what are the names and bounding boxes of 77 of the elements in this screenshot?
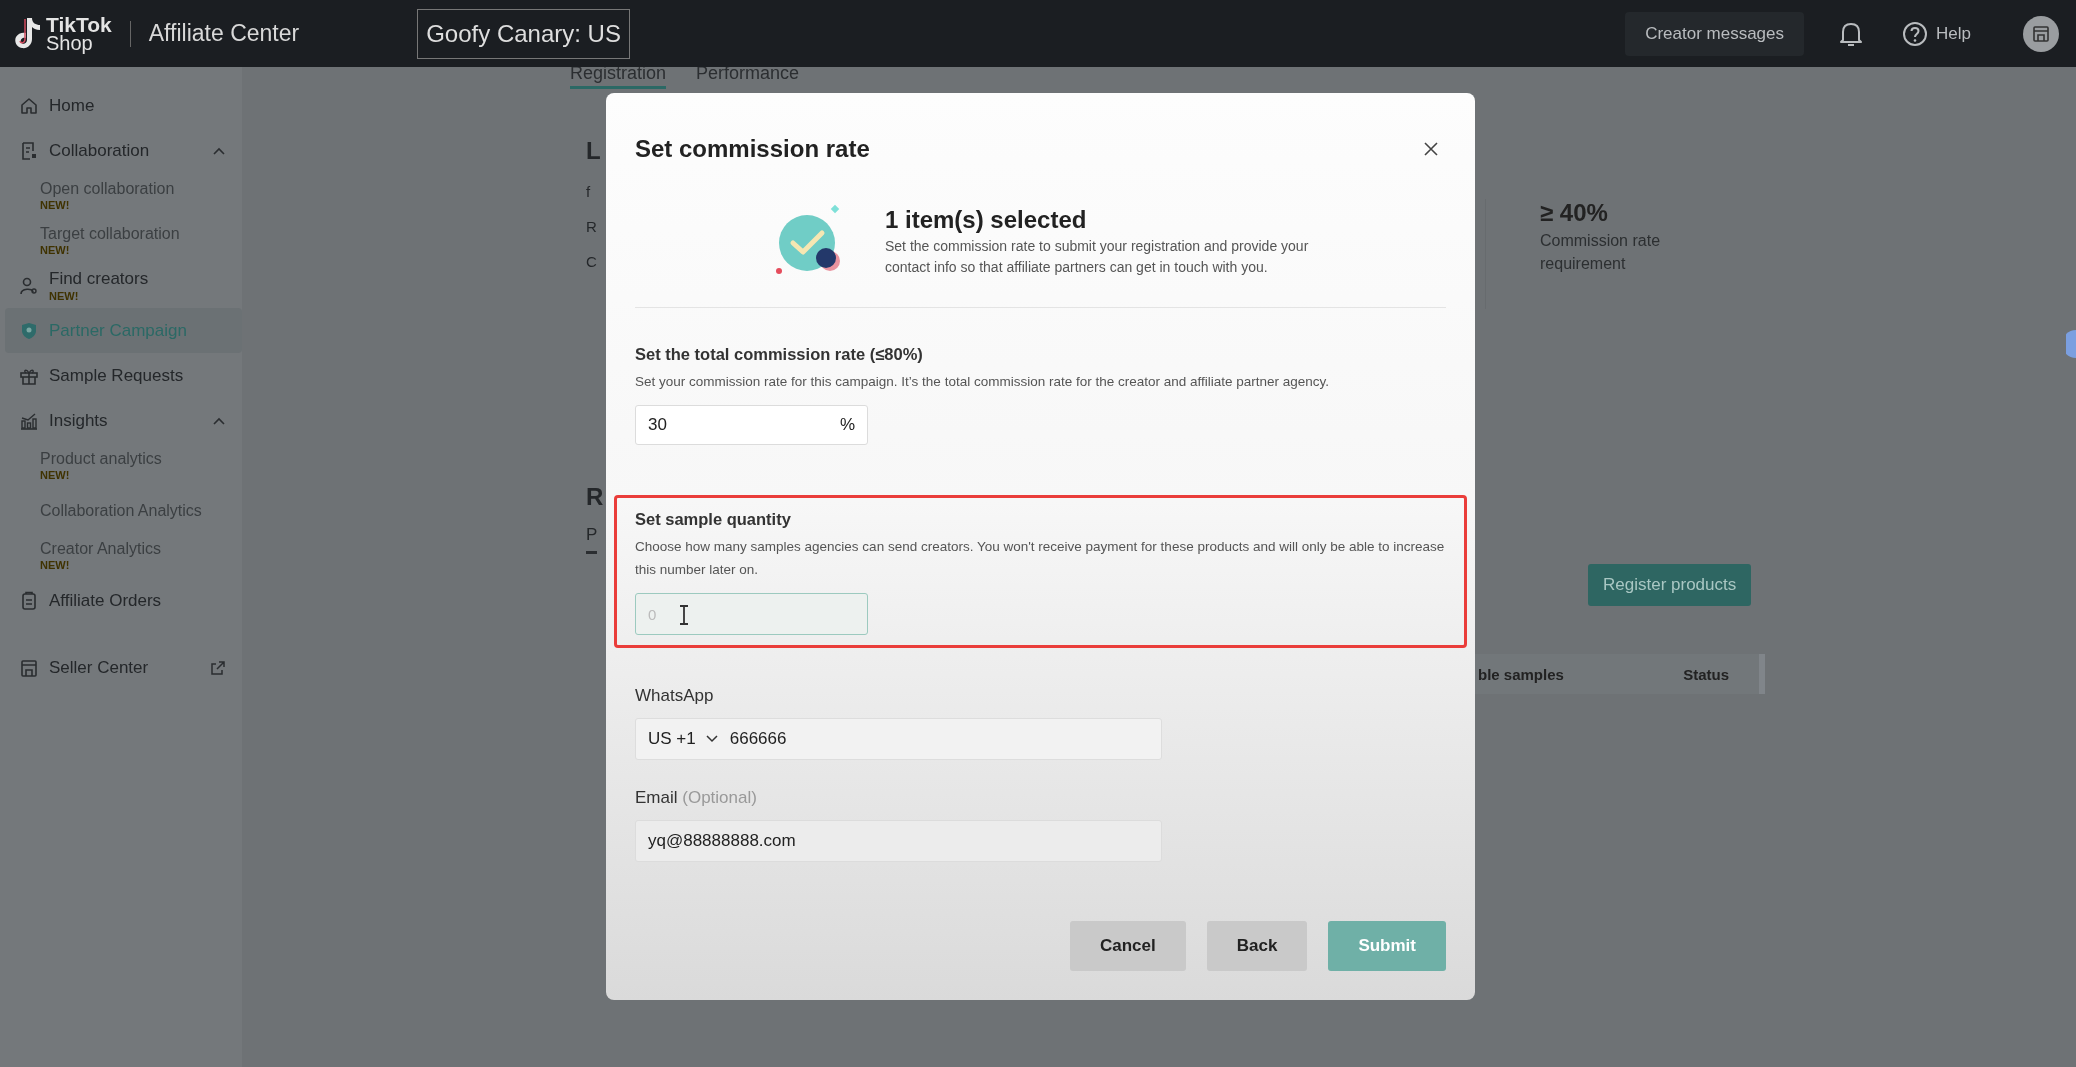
sidebar-item-label: Collaboration xyxy=(49,140,150,161)
sidebar-item-label: Insights xyxy=(49,410,108,431)
sidebar-item[interactable]: Insights xyxy=(5,398,242,443)
shop-name: Goofy Canary: US xyxy=(417,8,630,59)
music-note-logo-icon xyxy=(12,16,42,51)
sidebar-item[interactable]: Collaboration xyxy=(5,128,242,173)
help-icon xyxy=(1902,20,1929,47)
column-header: Status xyxy=(1683,665,1729,683)
sidebar-subitem[interactable]: Creator Analytics xyxy=(40,540,161,558)
dialog-button[interactable]: Back xyxy=(1206,921,1308,971)
commission-rate-field[interactable]: 30 % xyxy=(635,405,868,445)
section-text: f xyxy=(586,183,591,200)
store-icon xyxy=(2032,24,2050,43)
logo-text: Shop xyxy=(46,33,93,53)
sidebar-item-label: Affiliate Orders xyxy=(49,590,162,611)
new-label: NEW! xyxy=(40,245,70,256)
sidebar-item-label: Home xyxy=(49,95,95,116)
floating-widget-icon xyxy=(2066,330,2076,358)
new-label: NEW! xyxy=(40,200,70,211)
field-label: WhatsApp xyxy=(635,686,715,706)
caret-icon xyxy=(705,735,718,743)
sidebar-subitem[interactable]: Open collaboration xyxy=(40,180,175,198)
section-title: R xyxy=(586,483,605,511)
sidebar-item[interactable]: Sample Requests xyxy=(5,353,242,398)
new-label: NEW! xyxy=(49,291,79,302)
field-label: Set sample quantity xyxy=(635,510,792,529)
sidebar-item-label: Find creators xyxy=(49,269,149,289)
sidebar-item-label: Sample Requests xyxy=(49,365,184,386)
phone-number-value: 666666 xyxy=(729,729,787,749)
external-link-icon xyxy=(210,659,226,676)
column-header: ble samples xyxy=(1478,665,1564,683)
percent-suffix: % xyxy=(839,415,855,435)
store-avatar[interactable] xyxy=(2023,15,2059,52)
sidebar-item[interactable]: Find creators NEW! xyxy=(5,263,242,308)
sidebar-item[interactable]: Seller Center xyxy=(5,645,242,690)
new-label: NEW! xyxy=(40,560,70,571)
creator-messages-button[interactable]: Creator messages xyxy=(1625,11,1805,56)
page-tab[interactable]: P xyxy=(586,525,598,554)
sidebar-item[interactable]: Home xyxy=(5,83,242,128)
app-title: Affiliate Center xyxy=(148,20,300,47)
field-help-text: Choose how many samples agencies can send creators. You won't receive payment for these products and will only be able to increase this number later on. xyxy=(635,538,1446,579)
sidebar-item-label: Seller Center xyxy=(49,657,149,678)
help-link[interactable]: Help xyxy=(1936,23,1971,44)
optional-hint: (Optional) xyxy=(682,788,757,807)
section-title: L xyxy=(586,137,601,165)
clipboard-icon xyxy=(19,590,39,611)
selection-description: Set the commission rate to submit your registration and provide your contact info so that affiliate partners can get in touch with you. xyxy=(885,237,1310,277)
sidebar-item[interactable]: Affiliate Orders xyxy=(5,578,242,623)
field-help-text: Set your commission rate for this campaign. It’s the total commission rate for the creator and affiliate partner agency. xyxy=(635,373,1331,391)
shield-icon xyxy=(19,320,39,341)
email-field[interactable]: yq@88888888.com xyxy=(635,820,1162,862)
logo-text: TikTok xyxy=(46,14,112,34)
person-search-icon xyxy=(19,275,39,296)
new-label: NEW! xyxy=(40,470,70,481)
selection-heading: 1 item(s) selected xyxy=(885,206,1088,234)
field-label: Set the total commission rate (≤80%) xyxy=(635,345,924,364)
phone-field[interactable]: US +1 666666 xyxy=(635,718,1162,760)
sidebar-item-label: Partner Campaign xyxy=(49,320,187,341)
sidebar-subitem[interactable]: Target collaboration xyxy=(40,225,180,243)
field-label: Email xyxy=(635,788,678,807)
bar-chart-icon xyxy=(19,410,39,431)
sidebar-subitem[interactable]: Product analytics xyxy=(40,450,162,468)
dialog-title: Set commission rate xyxy=(635,135,870,163)
sidebar-subitem[interactable]: Collaboration Analytics xyxy=(40,501,202,520)
register-products-button[interactable]: Register products xyxy=(1588,564,1752,606)
document-icon xyxy=(19,140,39,161)
stat-value: ≥ 40% xyxy=(1540,199,1609,227)
stat-label: Commission rate requirement xyxy=(1540,231,1662,274)
commission-rate-value: 30 xyxy=(648,415,667,435)
close-icon xyxy=(1424,142,1438,156)
text-cursor-icon xyxy=(679,605,689,625)
section-text: C xyxy=(586,253,597,270)
dialog-button[interactable]: Cancel xyxy=(1070,921,1186,971)
section-text: R xyxy=(586,218,597,235)
home-icon xyxy=(19,95,39,116)
country-code-select[interactable]: US +1 xyxy=(648,729,718,749)
store-icon xyxy=(19,657,39,678)
